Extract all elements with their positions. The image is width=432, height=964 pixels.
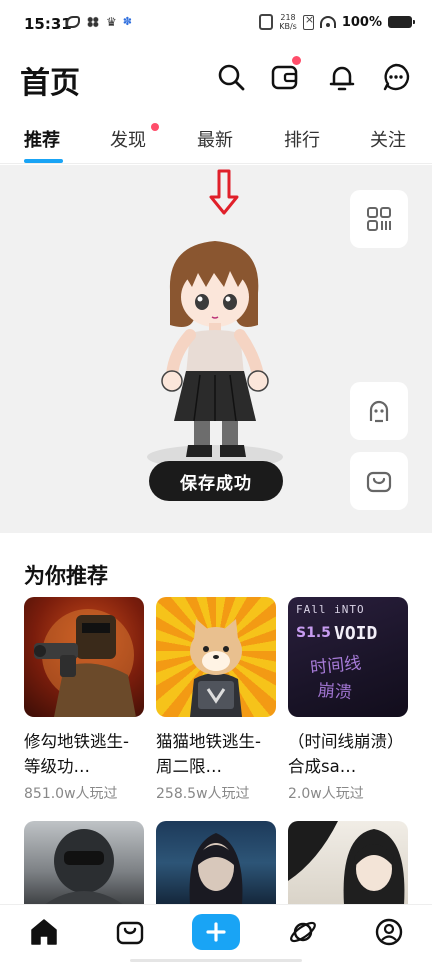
planet-icon[interactable] xyxy=(288,917,318,947)
game-card[interactable] xyxy=(24,821,144,905)
qr-code-button[interactable] xyxy=(350,190,408,248)
plus-icon xyxy=(206,922,226,942)
chat-icon[interactable] xyxy=(381,62,411,92)
game-card[interactable] xyxy=(288,821,408,905)
category-tabs: 推荐 发现 最新 排行 关注 xyxy=(0,112,432,164)
discover-badge xyxy=(151,123,159,131)
tab-recommend[interactable]: 推荐 xyxy=(24,126,60,152)
create-button[interactable] xyxy=(192,914,240,950)
game-thumbnail xyxy=(24,821,144,905)
game-title: 猫猫地铁逃生-周二限… xyxy=(156,732,261,776)
page-title: 首页 xyxy=(20,66,80,101)
thumb-line-1: FAll iNTO xyxy=(296,603,365,616)
battery-icon xyxy=(388,16,415,28)
qr-code-icon xyxy=(367,207,391,231)
game-card[interactable]: 修勾地铁逃生-等级功… 851.0w人玩过 xyxy=(24,597,144,803)
profile-icon[interactable] xyxy=(374,917,404,947)
game-card[interactable]: 猫猫地铁逃生-周二限… 258.5w人玩过 xyxy=(156,597,276,803)
battery-percent: 100% xyxy=(341,14,382,30)
save-success-toast: 保存成功 xyxy=(149,461,283,501)
avatar-face-icon xyxy=(369,400,389,423)
bell-icon[interactable] xyxy=(327,62,357,92)
header: 首页 xyxy=(0,50,432,106)
game-play-count: 2.0w人玩过 xyxy=(288,786,364,802)
game-play-count: 851.0w人玩过 xyxy=(24,786,118,802)
home-indicator xyxy=(130,959,302,962)
tab-latest[interactable]: 最新 xyxy=(197,126,233,152)
app-notification-icon xyxy=(66,16,80,28)
game-thumbnail xyxy=(156,597,276,717)
grid-app-icon xyxy=(86,16,100,28)
wallet-icon[interactable] xyxy=(270,62,300,92)
status-bar: 15:31 ♛ ✽ 218 KB/s 100% xyxy=(0,0,432,50)
game-card[interactable]: FAll iNTO S1.5 VOID 时间线 崩溃 （时间线崩溃）合成sa… … xyxy=(288,597,408,803)
no-sim-icon xyxy=(302,13,314,30)
shop-bag-icon xyxy=(366,471,392,493)
game-thumbnail xyxy=(156,821,276,905)
wifi-icon xyxy=(319,16,336,28)
net-speed-unit: KB/s xyxy=(279,22,297,31)
tab-discover[interactable]: 发现 xyxy=(110,126,146,152)
game-title: 修勾地铁逃生-等级功… xyxy=(24,732,129,776)
thumb-line-4: 崩溃 xyxy=(317,680,353,704)
recommend-section-title: 为你推荐 xyxy=(24,564,108,588)
game-thumbnail: FAll iNTO S1.5 VOID 时间线 崩溃 xyxy=(288,597,408,717)
avatar-character xyxy=(147,241,283,469)
down-arrow-icon xyxy=(208,169,240,219)
search-icon[interactable] xyxy=(216,62,246,92)
game-card[interactable] xyxy=(156,821,276,905)
avatar-face-button[interactable] xyxy=(350,382,408,440)
net-speed-value: 218 xyxy=(280,13,296,22)
game-thumbnail xyxy=(24,597,144,717)
active-tab-indicator xyxy=(24,159,63,163)
paw-icon: ✽ xyxy=(122,15,132,28)
game-play-count: 258.5w人玩过 xyxy=(156,786,250,802)
shop-button[interactable] xyxy=(350,452,408,510)
status-right: 218 KB/s 100% xyxy=(259,13,415,31)
thumb-line-3: 时间线 xyxy=(309,653,363,679)
thumb-badge: S1.5 xyxy=(296,625,331,641)
wallet-badge xyxy=(292,56,301,65)
vibrate-icon xyxy=(259,14,274,30)
net-speed: 218 KB/s xyxy=(279,13,297,31)
crown-icon: ♛ xyxy=(106,15,117,29)
tab-ranking[interactable]: 排行 xyxy=(284,126,320,152)
avatar-showcase: 保存成功 xyxy=(0,165,432,533)
status-time: 15:31 xyxy=(24,15,72,33)
thumb-line-2: VOID xyxy=(334,623,378,644)
bottom-navigation xyxy=(0,904,432,964)
status-notification-icons: ♛ ✽ xyxy=(66,16,132,28)
game-title: （时间线崩溃）合成sa… xyxy=(288,732,404,776)
game-thumbnail xyxy=(288,821,408,905)
tab-following[interactable]: 关注 xyxy=(370,126,406,152)
home-icon[interactable] xyxy=(29,917,59,947)
shop-bag-icon[interactable] xyxy=(115,917,145,947)
